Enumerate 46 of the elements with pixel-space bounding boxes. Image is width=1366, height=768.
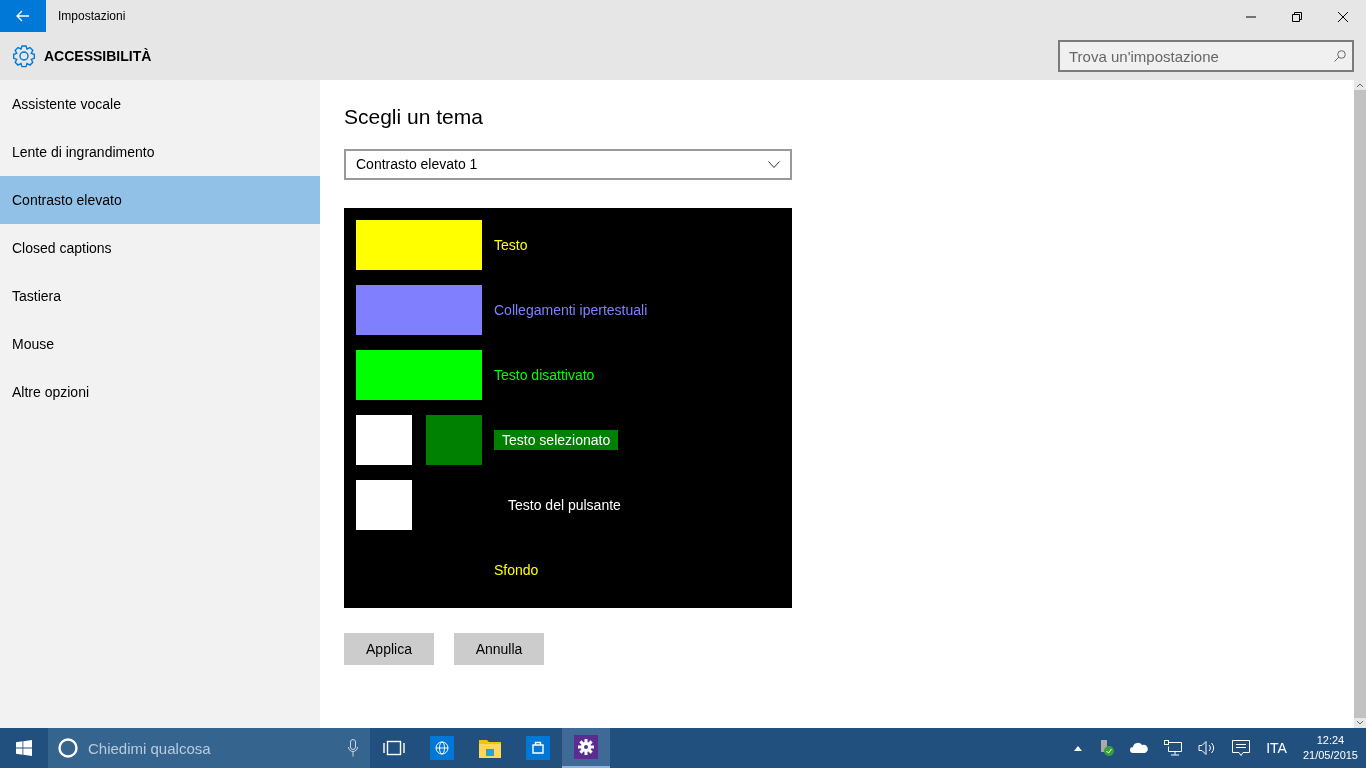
globe-icon[interactable] xyxy=(430,736,454,760)
section-title: ACCESSIBILITÀ xyxy=(44,46,153,66)
back-button[interactable] xyxy=(0,0,46,32)
task-view-icon[interactable] xyxy=(383,740,405,756)
clock-date[interactable]: 21/05/2015 xyxy=(1302,748,1358,763)
preview-label: Testo xyxy=(494,236,528,256)
restore-icon xyxy=(1292,11,1302,22)
circle-icon xyxy=(58,738,78,758)
dropdown-value: Contrasto elevato 1 xyxy=(356,155,478,175)
gear-icon xyxy=(12,44,36,68)
sidebar-item[interactable]: Mouse xyxy=(0,320,320,368)
store-icon[interactable] xyxy=(526,736,550,760)
search-icon xyxy=(1334,50,1346,62)
notification-icon[interactable] xyxy=(1232,739,1251,757)
usb-device-icon[interactable] xyxy=(1098,740,1115,756)
sidebar-item[interactable]: Altre opzioni xyxy=(0,368,320,416)
language-indicator[interactable]: ITA xyxy=(1266,737,1287,759)
back-arrow-icon xyxy=(16,10,30,22)
preview-label: Collegamenti ipertestuali xyxy=(494,301,648,321)
preview-label: Testo del pulsante xyxy=(507,496,622,516)
search-field[interactable]: Trova un'impostazione xyxy=(1058,40,1354,72)
window-title: Impostazioni xyxy=(57,8,127,25)
close-icon xyxy=(1338,11,1348,22)
sidebar-item[interactable]: Tastiera xyxy=(0,272,320,320)
page-heading: Scegli un tema xyxy=(344,104,484,130)
chevron-down-icon xyxy=(768,161,780,169)
sidebar-item[interactable]: Lente di ingrandimento xyxy=(0,128,320,176)
sidebar-item[interactable]: Assistente vocale xyxy=(0,80,320,128)
speaker-icon[interactable] xyxy=(1198,740,1217,756)
sidebar-item[interactable]: Contrasto elevato xyxy=(0,176,320,224)
preview-label: Sfondo xyxy=(494,561,539,581)
windows-logo-icon xyxy=(16,740,32,756)
clock-time[interactable]: 12:24 xyxy=(1302,733,1358,748)
preview-label: Testo disattivato xyxy=(494,366,595,386)
preview-label: Testo selezionato xyxy=(502,431,611,451)
sidebar-item[interactable]: Closed captions xyxy=(0,224,320,272)
action-button[interactable]: Annulla xyxy=(454,633,544,666)
taskbar-search-field[interactable]: Chiedimi qualcosa xyxy=(48,728,370,768)
cloud-icon[interactable] xyxy=(1130,742,1149,754)
theme-dropdown[interactable]: Contrasto elevato 1 xyxy=(344,149,792,181)
settings-icon[interactable] xyxy=(574,735,598,759)
network-icon[interactable] xyxy=(1164,740,1183,756)
folder-icon[interactable] xyxy=(478,737,502,759)
microphone-icon xyxy=(348,739,358,757)
action-button[interactable]: Applica xyxy=(344,633,434,666)
up-arrow-icon[interactable] xyxy=(1074,745,1083,751)
